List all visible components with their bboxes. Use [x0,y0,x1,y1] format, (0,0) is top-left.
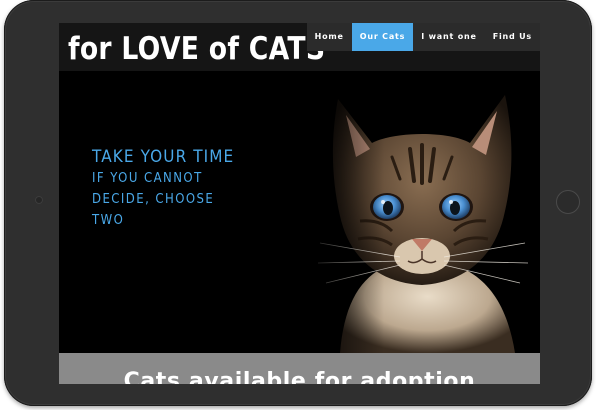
tablet-screen: for LOVE of CATS Home Our Cats I want on… [59,23,540,384]
adoption-title: Cats available for adoption [123,369,476,384]
hero-subheading: IF YOU CANNOT DECIDE, CHOOSE TWO [92,171,215,228]
nav-item-i-want-one[interactable]: I want one [413,23,484,51]
site-header: for LOVE of CATS Home Our Cats I want on… [59,23,540,71]
nav-item-our-cats[interactable]: Our Cats [351,23,414,51]
camera-icon [35,196,43,204]
nav-item-find-us[interactable]: Find Us [485,23,540,51]
adoption-section: Cats available for adoption [59,353,540,384]
main-nav: Home Our Cats I want one Find Us [306,23,540,51]
hero-section: TAKE YOUR TIME IF YOU CANNOT DECIDE, CHO… [59,71,540,353]
nav-item-home[interactable]: Home [307,23,352,51]
site-title: for LOVE of CATS [68,31,326,67]
hero-heading: TAKE YOUR TIME [92,147,235,167]
cat-image [300,71,540,353]
home-button[interactable] [556,190,580,214]
hero-tagline: TAKE YOUR TIME IF YOU CANNOT DECIDE, CHO… [92,147,262,231]
